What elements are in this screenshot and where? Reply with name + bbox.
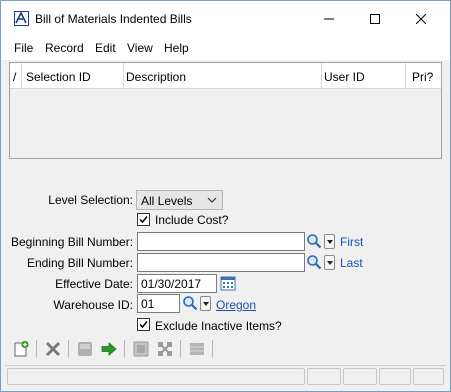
caret-down-icon bbox=[327, 261, 333, 265]
status-panel bbox=[307, 368, 341, 385]
first-link[interactable]: First bbox=[340, 235, 363, 249]
proceed-arrow-icon bbox=[101, 342, 117, 356]
toolbar bbox=[5, 337, 446, 361]
ending-bill-search-button[interactable] bbox=[306, 254, 322, 270]
ending-bill-label: Ending Bill Number: bbox=[26, 256, 133, 270]
include-cost-label: Include Cost? bbox=[155, 213, 229, 227]
warehouse-dropdown-button[interactable] bbox=[200, 296, 211, 311]
toolbar-separator bbox=[36, 340, 37, 358]
checkmark-icon bbox=[139, 216, 148, 224]
grid-header: / Selection ID Description User ID Pri? bbox=[10, 63, 441, 89]
caret-down-icon bbox=[327, 240, 333, 244]
effective-date-label: Effective Date: bbox=[55, 277, 133, 291]
new-icon bbox=[14, 340, 29, 357]
calendar-button[interactable] bbox=[220, 275, 236, 291]
column-selection-id[interactable]: Selection ID bbox=[22, 63, 123, 89]
status-panel bbox=[343, 368, 377, 385]
level-selection-label: Level Selection: bbox=[48, 193, 133, 207]
exclude-inactive-label: Exclude Inactive Items? bbox=[155, 319, 282, 333]
close-icon bbox=[416, 13, 426, 24]
status-panel bbox=[379, 368, 411, 385]
proceed-button[interactable] bbox=[99, 339, 119, 359]
new-button[interactable] bbox=[11, 339, 31, 359]
app-logo-icon bbox=[14, 11, 29, 26]
ending-bill-input[interactable] bbox=[137, 253, 305, 272]
toolbar-separator bbox=[180, 340, 181, 358]
maximize-button[interactable] bbox=[352, 1, 398, 36]
include-cost-checkbox[interactable] bbox=[137, 213, 150, 226]
beginning-bill-dropdown-button[interactable] bbox=[324, 234, 335, 249]
menu-file[interactable]: File bbox=[14, 41, 33, 55]
list-icon bbox=[190, 343, 204, 355]
print-icon bbox=[133, 341, 149, 357]
warehouse-search-button[interactable] bbox=[182, 295, 198, 311]
exclude-inactive-checkbox[interactable] bbox=[137, 318, 150, 331]
checkmark-icon bbox=[139, 321, 148, 329]
column-description[interactable]: Description bbox=[123, 63, 322, 89]
grid-body[interactable] bbox=[10, 90, 441, 158]
minimize-button[interactable] bbox=[306, 1, 352, 36]
beginning-bill-input[interactable] bbox=[137, 232, 305, 251]
beginning-bill-search-button[interactable] bbox=[306, 233, 322, 249]
menu-bar: File Record Edit View Help bbox=[1, 36, 450, 60]
search-icon bbox=[307, 255, 322, 270]
menu-record[interactable]: Record bbox=[45, 41, 84, 55]
search-icon bbox=[307, 234, 322, 249]
maximize-icon bbox=[370, 13, 380, 24]
setup-button[interactable] bbox=[155, 339, 175, 359]
close-button[interactable] bbox=[398, 1, 444, 36]
warehouse-id-input[interactable]: 01 bbox=[137, 294, 180, 313]
caret-down-icon bbox=[203, 302, 209, 306]
beginning-bill-label: Beginning Bill Number: bbox=[11, 235, 134, 249]
save-icon bbox=[78, 342, 92, 356]
selection-grid[interactable]: / Selection ID Description User ID Pri? bbox=[9, 62, 442, 159]
status-panel bbox=[413, 368, 444, 385]
app-window: Bill of Materials Indented Bills File Re… bbox=[0, 0, 451, 392]
toolbar-separator bbox=[68, 340, 69, 358]
save-button[interactable] bbox=[75, 339, 95, 359]
chevron-down-icon bbox=[207, 197, 217, 203]
status-panel-main bbox=[7, 368, 305, 385]
toolbar-separator bbox=[124, 340, 125, 358]
toolbar-separator bbox=[212, 340, 213, 358]
minimize-icon bbox=[324, 18, 334, 19]
warehouse-name-link[interactable]: Oregon bbox=[216, 298, 256, 312]
warehouse-id-label: Warehouse ID: bbox=[53, 298, 133, 312]
sort-indicator[interactable]: / bbox=[10, 63, 22, 89]
delete-icon bbox=[45, 341, 61, 357]
ending-bill-dropdown-button[interactable] bbox=[324, 255, 335, 270]
list-button[interactable] bbox=[187, 339, 207, 359]
effective-date-input[interactable]: 01/30/2017 bbox=[137, 274, 217, 293]
status-bar bbox=[5, 365, 446, 386]
last-link[interactable]: Last bbox=[340, 256, 363, 270]
column-pri[interactable]: Pri? bbox=[406, 63, 441, 89]
search-icon bbox=[183, 296, 198, 311]
menu-view[interactable]: View bbox=[127, 41, 153, 55]
column-user-id[interactable]: User ID bbox=[322, 63, 406, 89]
delete-button[interactable] bbox=[43, 339, 63, 359]
menu-edit[interactable]: Edit bbox=[95, 41, 116, 55]
setup-icon bbox=[158, 342, 172, 356]
level-selection-value: All Levels bbox=[141, 194, 193, 208]
level-selection-dropdown[interactable]: All Levels bbox=[136, 190, 223, 210]
title-bar: Bill of Materials Indented Bills bbox=[1, 1, 450, 36]
print-button[interactable] bbox=[131, 339, 151, 359]
calendar-icon bbox=[220, 276, 236, 291]
window-title: Bill of Materials Indented Bills bbox=[35, 12, 192, 26]
menu-help[interactable]: Help bbox=[164, 41, 189, 55]
